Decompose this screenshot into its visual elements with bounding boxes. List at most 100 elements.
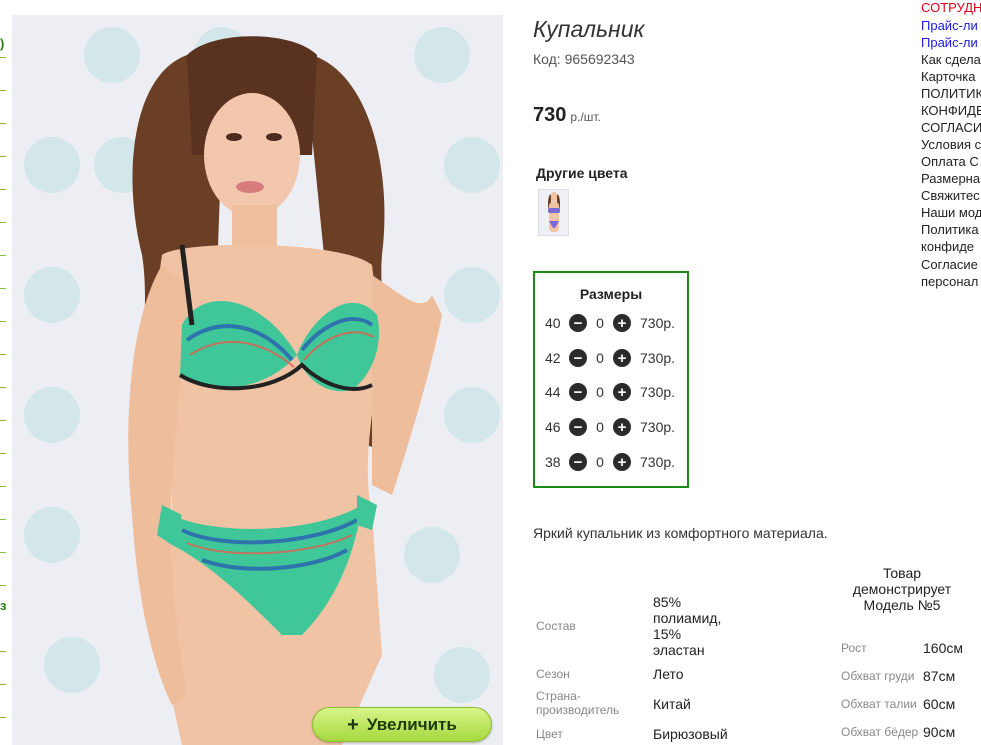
model-label: Обхват талии: [841, 697, 917, 711]
right-links-column: СОТРУДН Прайс-ли Прайс-ли Как сдела Карт…: [921, 0, 981, 300]
plus-circle-icon[interactable]: +: [613, 418, 631, 436]
left-nav-divider: [0, 288, 6, 289]
product-description: Яркий купальник из комфортного материала…: [533, 525, 828, 541]
size-row: 38 − 0 + 730р.: [545, 452, 675, 472]
size-price: 730р.: [640, 419, 676, 435]
size-value: 46: [545, 419, 561, 435]
color-variant-thumbnail[interactable]: [538, 189, 569, 236]
model-header: Товар демонстрирует Модель №5: [852, 565, 952, 613]
price-unit: р./шт.: [570, 110, 601, 124]
size-value: 44: [545, 384, 561, 400]
right-link[interactable]: персонал: [921, 274, 978, 290]
size-value: 38: [545, 454, 561, 470]
model-label: Рост: [841, 641, 867, 655]
left-nav-divider: [0, 255, 6, 256]
right-link[interactable]: конфиде: [921, 239, 974, 255]
left-nav-divider: [0, 189, 6, 190]
right-link[interactable]: Политика: [921, 222, 979, 238]
model-value: 87см: [923, 668, 956, 684]
minus-circle-icon[interactable]: −: [569, 314, 587, 332]
size-price: 730р.: [640, 384, 676, 400]
product-price: 730 р./шт.: [533, 104, 601, 127]
right-link[interactable]: Карточка: [921, 69, 975, 85]
right-link[interactable]: ПОЛИТИК: [921, 86, 981, 102]
minus-circle-icon[interactable]: −: [569, 453, 587, 471]
quantity-value[interactable]: 0: [587, 315, 613, 331]
plus-circle-icon[interactable]: +: [613, 383, 631, 401]
product-title: Купальник: [533, 16, 645, 42]
left-nav-divider: [0, 453, 6, 454]
left-nav-divider: [0, 585, 6, 586]
minus-circle-icon[interactable]: −: [569, 349, 587, 367]
plus-circle-icon[interactable]: +: [613, 349, 631, 367]
spec-value: Лето: [653, 666, 684, 682]
spec-value: Китай: [653, 696, 691, 712]
price-value: 730: [533, 104, 567, 126]
model-value: 60см: [923, 696, 956, 712]
sizes-panel: Размеры 40 − 0 + 730р. 42 − 0 + 730р. 44…: [533, 271, 689, 488]
left-nav-divider: [0, 321, 6, 322]
right-link[interactable]: Размерна: [921, 171, 980, 187]
product-photo[interactable]: [12, 15, 503, 745]
model-value: 90см: [923, 724, 956, 740]
size-row: 46 − 0 + 730р.: [545, 417, 675, 437]
quantity-value[interactable]: 0: [587, 454, 613, 470]
left-nav-divider: [0, 90, 6, 91]
right-link[interactable]: Прайс-ли: [921, 35, 978, 51]
size-price: 730р.: [640, 350, 676, 366]
minus-circle-icon[interactable]: −: [569, 383, 587, 401]
sizes-header: Размеры: [579, 286, 643, 302]
left-nav-fragment[interactable]: з: [0, 598, 6, 613]
left-nav-divider: [0, 156, 6, 157]
right-link[interactable]: Наши мод: [921, 205, 981, 221]
left-nav-divider: [0, 651, 6, 652]
spec-label: Цвет: [536, 727, 563, 741]
left-nav-column: ) з: [0, 0, 12, 745]
right-link[interactable]: СОТРУДН: [921, 0, 981, 16]
left-nav-divider: [0, 717, 6, 718]
right-link[interactable]: КОНФИДЕ: [921, 103, 981, 119]
quantity-value[interactable]: 0: [587, 419, 613, 435]
right-link[interactable]: Прайс-ли: [921, 18, 978, 34]
model-label: Обхват груди: [841, 669, 915, 683]
model-value: 160см: [923, 640, 963, 656]
size-row: 42 − 0 + 730р.: [545, 348, 675, 368]
spec-value: 85% полиамид, 15% эластан: [653, 594, 722, 658]
spec-value: Бирюзовый: [653, 726, 728, 742]
plus-icon: +: [347, 713, 359, 736]
right-link[interactable]: Свяжитес: [921, 188, 980, 204]
left-nav-divider: [0, 387, 6, 388]
size-value: 40: [545, 315, 561, 331]
left-nav-fragment[interactable]: ): [0, 36, 4, 51]
size-price: 730р.: [640, 315, 676, 331]
spec-label: Сезон: [536, 667, 570, 681]
size-row: 40 − 0 + 730р.: [545, 313, 675, 333]
left-nav-divider: [0, 684, 6, 685]
thumbnail-illustration: [539, 190, 568, 235]
right-link[interactable]: Согласие: [921, 257, 978, 273]
left-nav-divider: [0, 519, 6, 520]
plus-circle-icon[interactable]: +: [613, 314, 631, 332]
right-link[interactable]: Условия с: [921, 137, 981, 153]
product-code-value: 965692343: [564, 51, 635, 67]
product-code: Код: 965692343: [533, 51, 635, 67]
right-link[interactable]: Оплата С: [921, 154, 979, 170]
other-colors-label: Другие цвета: [536, 165, 628, 181]
left-nav-divider: [0, 354, 6, 355]
left-nav-divider: [0, 486, 6, 487]
product-photo-illustration: [12, 15, 503, 745]
right-link[interactable]: Как сдела: [921, 52, 981, 68]
minus-circle-icon[interactable]: −: [569, 418, 587, 436]
plus-circle-icon[interactable]: +: [613, 453, 631, 471]
left-nav-divider: [0, 57, 6, 58]
spec-label: Страна-производитель: [536, 689, 620, 717]
quantity-value[interactable]: 0: [587, 350, 613, 366]
left-nav-divider: [0, 123, 6, 124]
product-code-label: Код:: [533, 51, 561, 67]
size-row: 44 − 0 + 730р.: [545, 382, 675, 402]
left-nav-divider: [0, 222, 6, 223]
right-link[interactable]: СОГЛАСИ: [921, 120, 981, 136]
left-nav-divider: [0, 420, 6, 421]
quantity-value[interactable]: 0: [587, 384, 613, 400]
zoom-button[interactable]: + Увеличить: [312, 707, 492, 742]
